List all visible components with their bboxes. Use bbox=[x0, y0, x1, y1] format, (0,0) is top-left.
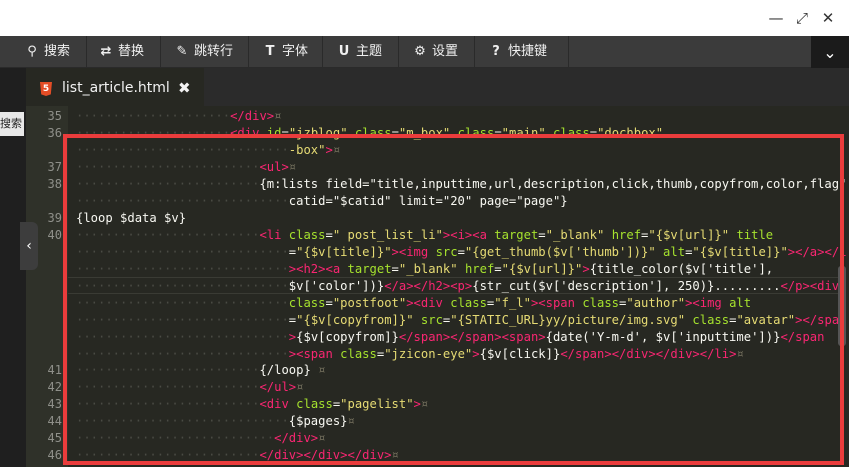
line-gutter: 35 36 37 38 39 40 41 42 43 44 45 46 bbox=[26, 106, 68, 467]
minimize-button[interactable]: — bbox=[766, 8, 786, 28]
tab-label: list_article.html bbox=[62, 80, 170, 96]
font-button[interactable]: T 字体 bbox=[262, 36, 308, 68]
toolbar-divider bbox=[248, 36, 249, 68]
toolbar-divider bbox=[322, 36, 323, 68]
maximize-button[interactable]: ⤢ bbox=[792, 8, 812, 28]
chevron-left-icon: ‹ bbox=[26, 238, 32, 254]
chevron-down-icon: ⌄ bbox=[823, 43, 837, 62]
minimize-icon: — bbox=[768, 9, 784, 27]
line-number: 43 bbox=[47, 397, 62, 411]
tab-list-article[interactable]: 5 list_article.html ✖ bbox=[26, 68, 204, 106]
toolbar-divider bbox=[568, 36, 569, 68]
maximize-icon: ⤢ bbox=[795, 9, 808, 27]
toolbar-divider bbox=[160, 36, 161, 68]
line-number: 44 bbox=[47, 414, 62, 428]
title-bar: — ⤢ ✕ bbox=[0, 0, 849, 36]
line-number: 46 bbox=[47, 448, 62, 462]
close-button[interactable]: ✕ bbox=[818, 8, 838, 28]
code-line: ·····················</div>¤ bbox=[76, 109, 282, 123]
line-number: 38 bbox=[47, 177, 62, 191]
font-icon: T bbox=[265, 44, 275, 59]
highlight-box bbox=[63, 134, 844, 465]
theme-icon: U bbox=[338, 44, 350, 59]
html5-icon: 5 bbox=[40, 82, 52, 96]
settings-button[interactable]: ⚙ 设置 bbox=[412, 36, 458, 68]
line-number: 45 bbox=[47, 431, 62, 445]
line-number: 41 bbox=[47, 363, 62, 377]
question-icon: ? bbox=[492, 44, 500, 59]
replace-icon: ⇄ bbox=[100, 44, 112, 59]
toolbar: ⚲ 搜索 ⇄ 替换 ✎ 跳转行 T 字体 U 主题 ⚙ 设置 ? 快捷键 bbox=[0, 36, 849, 68]
line-number: 37 bbox=[47, 160, 62, 174]
close-icon: ✕ bbox=[821, 9, 835, 27]
side-search-button[interactable]: 搜索 bbox=[0, 112, 24, 136]
tab-bar: 5 list_article.html ✖ bbox=[26, 68, 849, 106]
collapse-panel-button[interactable]: ‹ bbox=[20, 222, 38, 270]
search-icon: ⚲ bbox=[27, 44, 37, 59]
expand-toolbar-button[interactable]: ⌄ bbox=[811, 36, 849, 72]
toolbar-divider bbox=[398, 36, 399, 68]
pin-icon: ✎ bbox=[176, 44, 188, 59]
tab-close-icon[interactable]: ✖ bbox=[178, 79, 191, 97]
goto-line-button[interactable]: ✎ 跳转行 bbox=[174, 36, 233, 68]
shortcuts-button[interactable]: ? 快捷键 bbox=[488, 36, 547, 68]
theme-button[interactable]: U 主题 bbox=[336, 36, 382, 68]
line-number: 35 bbox=[47, 109, 62, 123]
gear-icon: ⚙ bbox=[414, 44, 426, 59]
search-button[interactable]: ⚲ 搜索 bbox=[24, 36, 70, 68]
replace-button[interactable]: ⇄ 替换 bbox=[98, 36, 144, 68]
line-number: 36 bbox=[47, 126, 62, 140]
toolbar-divider bbox=[474, 36, 475, 68]
line-number: 42 bbox=[47, 380, 62, 394]
toolbar-divider bbox=[86, 36, 87, 68]
